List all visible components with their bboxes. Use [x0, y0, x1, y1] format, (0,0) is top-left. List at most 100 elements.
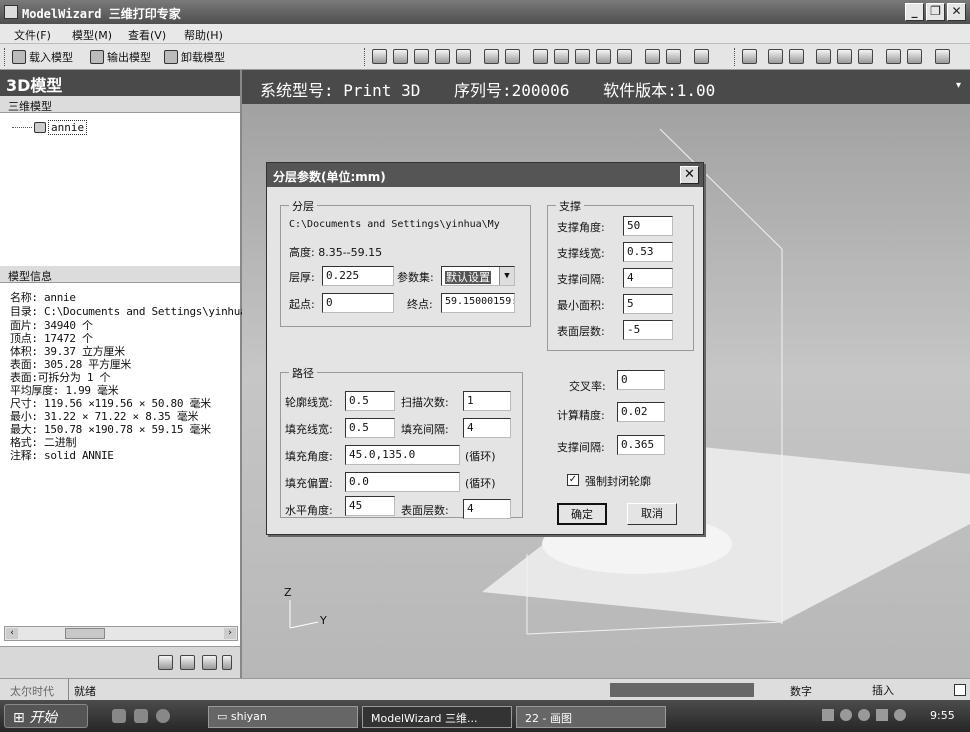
tray-icon[interactable]	[894, 709, 906, 721]
min-area-input[interactable]: 5	[623, 294, 673, 314]
move-tool-icon[interactable]	[202, 655, 217, 670]
fill-offset-input[interactable]: 0.0	[345, 472, 460, 492]
solid-icon[interactable]	[666, 49, 681, 64]
wireframe-icon[interactable]	[645, 49, 660, 64]
outline-width-input[interactable]: 0.5	[345, 391, 395, 411]
split-icon[interactable]	[858, 49, 873, 64]
rotate-tool-icon[interactable]	[180, 655, 195, 670]
scroll-thumb[interactable]	[65, 628, 105, 639]
support-width-input[interactable]: 0.53	[623, 242, 673, 262]
support-icon[interactable]	[768, 49, 783, 64]
ok-button[interactable]: 确定	[557, 503, 607, 525]
start-input[interactable]: 0	[322, 293, 394, 313]
more-tools-icon[interactable]	[222, 655, 232, 670]
fill-interval-input[interactable]: 4	[463, 418, 511, 438]
info-title: 模型信息	[0, 266, 240, 283]
print-icon[interactable]	[789, 49, 804, 64]
axis-icon	[289, 600, 319, 629]
chevron-down-icon[interactable]: ▼	[499, 267, 514, 285]
color-icon[interactable]	[694, 49, 709, 64]
view-side-icon[interactable]	[617, 49, 632, 64]
shadow-icon[interactable]	[907, 49, 922, 64]
export-model-button[interactable]: 输出模型	[90, 48, 151, 66]
unload-model-button[interactable]: 卸载模型	[164, 48, 225, 66]
load-model-icon	[12, 50, 26, 64]
paramset-select[interactable]: 默认设置 ▼	[441, 266, 515, 286]
restore-button[interactable]: ❐	[926, 3, 945, 21]
support-interval-input[interactable]: 0.365	[617, 435, 665, 455]
task-modelwizard[interactable]: ModelWizard 三维...	[362, 706, 512, 728]
fill-offset-label: 填充偏置:	[285, 477, 333, 490]
menu-help[interactable]: 帮助(H)	[184, 27, 223, 43]
support-group-title: 支撑	[556, 198, 584, 214]
start-button[interactable]: ⊞ 开始	[4, 704, 88, 728]
quicklaunch-icon[interactable]	[156, 709, 170, 723]
status-company: 太尔时代	[10, 685, 54, 698]
close-outline-checkbox[interactable]: ✓	[567, 474, 579, 486]
thickness-input[interactable]: 0.225	[322, 266, 394, 286]
fill-width-input[interactable]: 0.5	[345, 418, 395, 438]
horizontal-scrollbar[interactable]: ‹ ›	[4, 626, 238, 641]
close-button[interactable]: ✕	[947, 3, 966, 21]
view-shaded-icon[interactable]	[575, 49, 590, 64]
support-spacing-input[interactable]: 4	[623, 268, 673, 288]
horizontal-angle-input[interactable]: 45	[345, 496, 395, 516]
tray-icon[interactable]	[840, 709, 852, 721]
repair-icon[interactable]	[886, 49, 901, 64]
hand-icon[interactable]	[158, 655, 173, 670]
tree-title: 三维模型	[0, 96, 240, 113]
zoom-reset-icon[interactable]	[456, 49, 471, 64]
panel-header: 3D模型	[0, 70, 240, 96]
cancel-button[interactable]: 取消	[627, 503, 677, 525]
support-surface-layers-input[interactable]: -5	[623, 320, 673, 340]
toolbar-grip	[4, 48, 7, 66]
end-input[interactable]: 59.15000159:	[441, 293, 515, 313]
rotate-icon[interactable]	[484, 49, 499, 64]
tree-item-model[interactable]: annie	[12, 120, 88, 135]
toolbar-grip	[734, 48, 737, 66]
toolbar: 载入模型 输出模型 卸载模型	[0, 44, 970, 70]
tree-item-label: annie	[48, 120, 88, 135]
cross-rate-label: 交叉率:	[569, 380, 606, 393]
menu-view[interactable]: 查看(V)	[128, 27, 166, 43]
quicklaunch-icon[interactable]	[134, 709, 148, 723]
resize-grip-icon[interactable]	[954, 684, 966, 696]
surface-layers-input[interactable]: 4	[463, 499, 511, 519]
zoom-window-icon[interactable]	[393, 49, 408, 64]
load-model-button[interactable]: 载入模型	[12, 48, 73, 66]
fill-interval-label: 填充间隔:	[401, 423, 449, 436]
task-folder[interactable]: ▭ shiyan	[208, 706, 358, 728]
tools-icon[interactable]	[935, 49, 950, 64]
model-panel: 3D模型 三维模型 annie 模型信息 名称: annie 目录: C:\Do…	[0, 70, 247, 678]
tray-icon[interactable]	[876, 709, 888, 721]
view-iso-icon[interactable]	[533, 49, 548, 64]
model-icon	[34, 122, 46, 133]
scroll-left-icon[interactable]: ‹	[6, 628, 18, 639]
minimize-button[interactable]: _	[905, 3, 924, 21]
task-modelwizard-label: ModelWizard 三维...	[371, 712, 478, 725]
view-front-icon[interactable]	[554, 49, 569, 64]
num-lock-indicator: 数字	[790, 685, 812, 698]
quicklaunch-icon[interactable]	[112, 709, 126, 723]
task-paint[interactable]: 22 - 画图	[516, 706, 666, 728]
support-angle-input[interactable]: 50	[623, 216, 673, 236]
merge-icon[interactable]	[837, 49, 852, 64]
view-top-icon[interactable]	[596, 49, 611, 64]
cross-rate-input[interactable]: 0	[617, 370, 665, 390]
menu-file[interactable]: 文件(F)	[14, 27, 51, 43]
fit-view-icon[interactable]	[372, 49, 387, 64]
layer-icon[interactable]	[742, 49, 757, 64]
tray-icon[interactable]	[822, 709, 834, 721]
fill-angle-input[interactable]: 45.0,135.0	[345, 445, 460, 465]
pan-icon[interactable]	[505, 49, 520, 64]
dialog-close-button[interactable]: ✕	[680, 166, 699, 184]
tray-icon[interactable]	[858, 709, 870, 721]
zoom-in-icon[interactable]	[414, 49, 429, 64]
calc-precision-input[interactable]: 0.02	[617, 402, 665, 422]
menu-model[interactable]: 模型(M)	[72, 27, 112, 43]
scroll-right-icon[interactable]: ›	[224, 628, 236, 639]
pin-icon[interactable]: ▾	[956, 80, 964, 91]
measure-icon[interactable]	[816, 49, 831, 64]
scan-count-input[interactable]: 1	[463, 391, 511, 411]
zoom-out-icon[interactable]	[435, 49, 450, 64]
